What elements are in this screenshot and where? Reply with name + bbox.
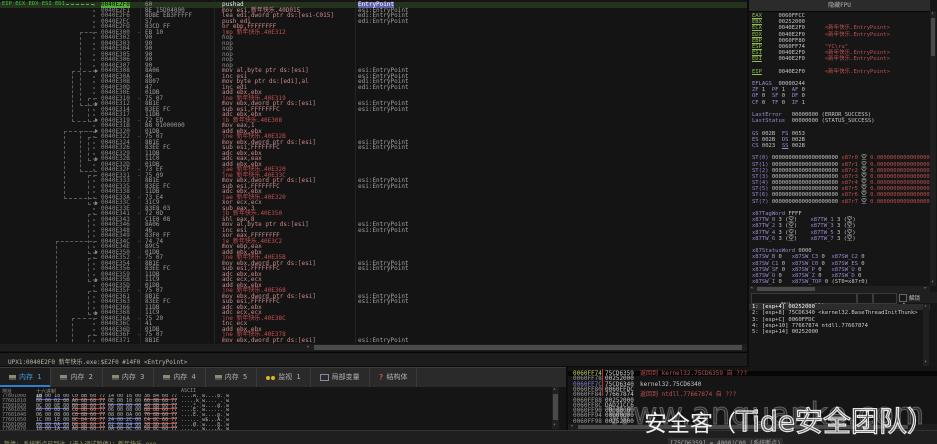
memory-icon	[9, 375, 16, 380]
tab-memory-5[interactable]: 内存 5	[206, 368, 257, 387]
arguments-vscrollbar[interactable]: ▴ ▾	[923, 304, 929, 366]
register-line[interactable]: x87SW_I 0 x87SW_TOP 0 (ST0=x87r0)	[752, 279, 930, 285]
status-bar: 暂停: 系统断点已到达 (进入调试暂停)：新年快乐.exe [75CD6359]…	[0, 430, 937, 444]
arguments-list: 1: [esp+4] 002520002: [esp+8] 75CD6340 <…	[749, 304, 930, 335]
stack-frame-bracket	[602, 369, 603, 396]
jump-line	[72, 71, 97, 123]
tab-memory-2[interactable]: 内存 2	[51, 368, 102, 387]
tab-label: 内存 2	[70, 368, 92, 387]
tab-label: 内存 4	[173, 368, 195, 387]
scroll-up-icon[interactable]: ▴	[931, 11, 934, 16]
register-hint-label: EIP ECX EDX ESI EDI	[2, 1, 65, 7]
tab-label: 结构体	[386, 368, 407, 387]
tab-memory-4[interactable]: 内存 4	[154, 368, 205, 387]
scroll-thumb[interactable]	[931, 18, 935, 56]
status-line-text: UPX1:0040E2F0 新年快乐.exe:$E2F0 #14F0 <Entr…	[8, 357, 187, 366]
registers-vscrollbar[interactable]: ▴ ▾	[930, 11, 936, 286]
tab-memory-1[interactable]: 内存 1	[0, 368, 51, 387]
tab-label: 局部变量	[332, 368, 360, 387]
jump-arrow-icon	[95, 129, 98, 133]
memory-icon	[215, 375, 222, 380]
jump-arrow-icon	[95, 69, 98, 73]
scroll-right-icon[interactable]: ▸	[924, 286, 927, 291]
scroll-up-icon[interactable]: ▴	[924, 304, 927, 309]
breakpoint-dot[interactable]	[93, 10, 95, 12]
scroll-thumb[interactable]	[757, 287, 815, 291]
register-line[interactable]: ST(7) 00000000000000000000 x87r7 空 0.000…	[752, 199, 930, 205]
jump-arrow-icon	[95, 201, 98, 205]
status-message: 暂停: 系统断点已到达 (进入调试暂停)：新年快乐.exe	[4, 439, 157, 444]
disasm-row[interactable]: 0040E371 8B1E mov ebx,dword ptr ds:[esi] es…	[0, 338, 747, 344]
scroll-down-icon[interactable]: ▾	[553, 423, 556, 428]
memory-icon	[60, 375, 67, 380]
tab-struct[interactable]: ?结构体	[370, 368, 418, 387]
debugger-window: 0040E2F060pushadEntryPoint0040E2F1BE 15D…	[0, 0, 937, 444]
dump-tabstrip: 内存 1内存 2内存 3内存 4内存 5监视 1局部变量?结构体	[0, 367, 566, 387]
instruction-comment: esi:EntryPoint	[358, 338, 409, 344]
scroll-thumb[interactable]	[578, 425, 908, 429]
breakpoint-dot[interactable]	[93, 26, 95, 28]
tab-memory-3[interactable]: 内存 3	[103, 368, 154, 387]
registers-panel[interactable]: 隐藏FPU EAX 0060FFCCEBX 00252000ECX 0040E2…	[749, 0, 937, 367]
tab-locals[interactable]: 局部变量	[311, 368, 370, 387]
jump-line	[88, 335, 97, 343]
jump-arrow-icon	[95, 311, 98, 315]
memory-icon	[163, 375, 170, 380]
depth-stepper[interactable]: 5 ▴▾	[873, 293, 897, 304]
tab-label: 内存 3	[122, 368, 144, 387]
scroll-thumb[interactable]	[553, 394, 558, 420]
watch-icon	[266, 376, 270, 380]
instruction-address: 0040E371	[101, 338, 130, 344]
breakpoint-dot[interactable]	[93, 21, 95, 23]
scroll-thumb[interactable]	[314, 345, 742, 350]
argument-row[interactable]: 2: [esp+8] 75CD6340 <kernel32.BaseThread…	[749, 310, 930, 316]
tab-label: 内存 1	[19, 368, 41, 387]
unlock-label: 解锁	[909, 294, 920, 302]
eip-arrow	[66, 4, 94, 5]
fpu-toggle-button[interactable]: 隐藏FPU	[749, 0, 930, 12]
status-detail: [75CD6359] = 4000|C00 (系统断点)	[668, 438, 783, 444]
instruction-bytes: 8B1E	[145, 338, 159, 344]
tab-watch-1[interactable]: 监视 1	[257, 368, 310, 387]
dump-header: 地址 十六进制 ASCII	[0, 387, 566, 394]
argument-row[interactable]: 5: [esp+14] 00252000	[749, 329, 930, 335]
struct-icon: ?	[379, 374, 384, 382]
jump-line	[64, 131, 97, 199]
memory-icon	[112, 375, 119, 380]
stack-pane[interactable]: 0060FF7475CD6359返回到 kernel32.75CD6359 自 …	[568, 367, 937, 430]
mini-select[interactable]: ▾	[857, 293, 873, 304]
breakpoint-dot[interactable]	[93, 15, 95, 17]
disassembly-pane[interactable]: 0040E2F060pushadEntryPoint0040E2F1BE 15D…	[0, 0, 747, 352]
scroll-down-icon[interactable]: ▾	[924, 360, 927, 365]
dump-rows[interactable]: 7760100018 00 18 00C0 8B 60 7714 00 16 0…	[0, 394, 566, 430]
breakpoint-dot[interactable]	[93, 125, 95, 127]
instruction-text: mov ebx,dword ptr ds:[esi]	[222, 338, 316, 344]
dump-vscrollbar[interactable]: ▴ ▾	[552, 387, 559, 429]
registers-lines: EAX 0060FFCCEBX 00252000ECX 0040E2F0 <新年…	[752, 13, 930, 285]
tab-label: 内存 5	[225, 368, 247, 387]
scroll-left-icon[interactable]: ◂	[570, 424, 573, 429]
scroll-down-icon[interactable]: ▾	[931, 280, 934, 285]
disasm-hscrollbar[interactable]: ◂	[0, 344, 747, 351]
breakpoint-dot[interactable]	[93, 208, 95, 210]
calling-convention-row: 默认 (stdcall) ▾ ▾ 5 ▴▾ 解锁	[749, 292, 937, 303]
unlock-checkbox[interactable]	[899, 294, 907, 302]
convention-select[interactable]: 默认 (stdcall) ▾	[751, 293, 857, 304]
scroll-left-icon[interactable]: ◂	[306, 345, 309, 350]
jump-arrow-icon	[95, 278, 98, 282]
scroll-up-icon[interactable]: ▴	[553, 387, 556, 392]
locals-icon	[320, 374, 329, 381]
dump-widget: 内存 1内存 2内存 3内存 4内存 5监视 1局部变量?结构体 地址 十六进制…	[0, 367, 566, 430]
tab-label: 监视 1	[278, 368, 300, 387]
scroll-left-icon[interactable]: ◂	[750, 286, 753, 291]
